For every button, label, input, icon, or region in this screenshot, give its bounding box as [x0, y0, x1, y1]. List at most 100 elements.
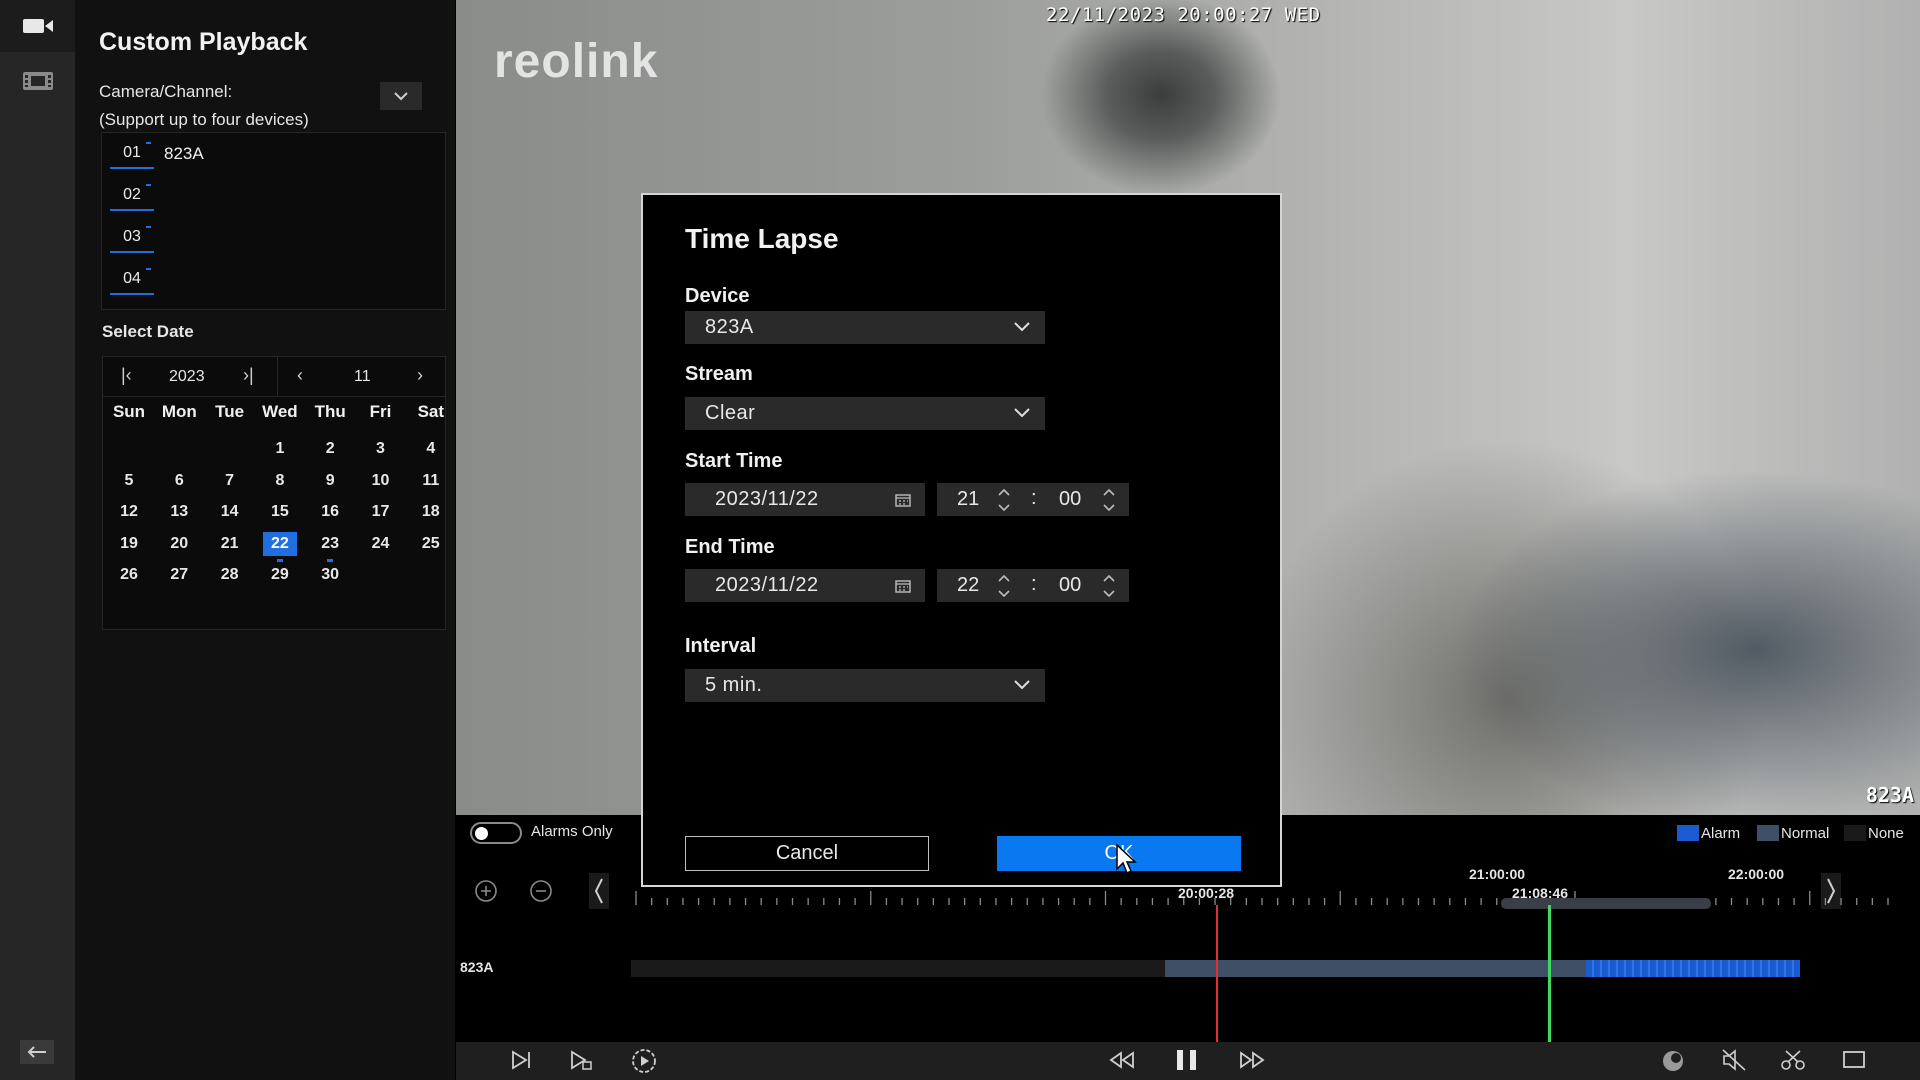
- alarms-only-toggle[interactable]: [470, 822, 522, 844]
- fast-forward-icon[interactable]: [1236, 1047, 1268, 1073]
- device-select[interactable]: 823A: [685, 311, 1045, 344]
- alarms-only-label: Alarms Only: [531, 823, 613, 840]
- calendar-day[interactable]: 6: [162, 469, 196, 493]
- calendar-day[interactable]: 12: [112, 500, 146, 524]
- camera-channel-label: Camera/Channel: (Support up to four devi…: [99, 78, 309, 134]
- chevron-down-icon: [1014, 322, 1030, 332]
- calendar-day[interactable]: 27: [162, 563, 196, 587]
- osd-camera-name: 823A: [1865, 783, 1914, 807]
- end-time-field[interactable]: 22 : 00: [937, 569, 1129, 602]
- camera-dropdown-button[interactable]: [380, 82, 422, 110]
- panel-title: Custom Playback: [99, 28, 308, 56]
- calendar-day[interactable]: 28: [213, 563, 247, 587]
- end-date-field[interactable]: 2023/11/22: [685, 569, 925, 602]
- start-hour-value[interactable]: 21: [957, 488, 979, 511]
- calendar-day[interactable]: 11: [414, 469, 448, 493]
- calendar-day[interactable]: 17: [364, 500, 398, 524]
- next-month-icon[interactable]: ›: [417, 365, 423, 386]
- live-view-button[interactable]: [0, 0, 75, 52]
- calendar-day[interactable]: 30: [313, 563, 347, 587]
- calendar-day[interactable]: 14: [213, 500, 247, 524]
- weekday-header: Tue: [215, 402, 245, 421]
- calendar-day[interactable]: 26: [112, 563, 146, 587]
- clip-playback-icon[interactable]: [568, 1047, 594, 1073]
- zoom-in-icon[interactable]: [473, 878, 499, 904]
- hour-spinner-icon[interactable]: [997, 571, 1011, 601]
- calendar-day[interactable]: 2: [313, 437, 347, 461]
- collapse-button[interactable]: [20, 1040, 54, 1064]
- calendar-day[interactable]: 22: [262, 531, 297, 562]
- end-hour-value[interactable]: 22: [957, 574, 979, 597]
- weekday-header: Thu: [314, 402, 346, 421]
- calendar-day[interactable]: 20: [162, 532, 196, 556]
- prev-year-icon[interactable]: |‹: [121, 365, 132, 386]
- stream-select[interactable]: Clear: [685, 397, 1045, 430]
- track-alarm-recording[interactable]: [1586, 960, 1800, 977]
- calendar-day[interactable]: 8: [263, 469, 297, 493]
- calendar-day[interactable]: 1: [263, 437, 297, 461]
- channel-number: 04: [110, 265, 154, 295]
- next-year-icon[interactable]: ›|: [243, 365, 254, 386]
- mouse-cursor-icon: [1116, 843, 1137, 875]
- calendar-day[interactable]: 15: [263, 500, 297, 524]
- interval-select[interactable]: 5 min.: [685, 669, 1045, 702]
- channel-row[interactable]: 02: [110, 181, 164, 211]
- cancel-button[interactable]: Cancel: [685, 836, 929, 871]
- channel-row[interactable]: 01 823A: [110, 139, 204, 169]
- calendar-day[interactable]: 4: [414, 437, 448, 461]
- weekday-header: Wed: [262, 402, 298, 421]
- calendar-day[interactable]: 24: [364, 532, 398, 556]
- calendar-day[interactable]: 10: [364, 469, 398, 493]
- hour-spinner-icon[interactable]: [997, 485, 1011, 515]
- playback-button[interactable]: [0, 55, 75, 107]
- time-lapse-icon[interactable]: [626, 1047, 662, 1075]
- calendar-day[interactable]: 3: [364, 437, 398, 461]
- rewind-icon[interactable]: [1106, 1047, 1138, 1073]
- end-time-label: End Time: [685, 536, 775, 558]
- calendar-day[interactable]: 13: [162, 500, 196, 524]
- play-to-end-icon[interactable]: [508, 1047, 534, 1073]
- calendar-day[interactable]: 23: [313, 532, 347, 562]
- hover-time-label: 21:08:46: [1512, 885, 1569, 901]
- start-time-field[interactable]: 21 : 00: [937, 483, 1129, 516]
- calendar-day[interactable]: 9: [313, 469, 347, 493]
- calendar-day[interactable]: 21: [213, 532, 247, 556]
- start-minute-value[interactable]: 00: [1059, 488, 1081, 511]
- collapse-arrow-icon: [27, 1046, 46, 1058]
- time-separator: :: [1031, 487, 1037, 509]
- minute-spinner-icon[interactable]: [1102, 571, 1116, 601]
- start-time-label: Start Time: [685, 450, 783, 472]
- calendar-day[interactable]: 29: [263, 563, 297, 587]
- pause-icon[interactable]: [1172, 1047, 1202, 1073]
- minute-spinner-icon[interactable]: [1102, 485, 1116, 515]
- playback-controls: [456, 1042, 1920, 1080]
- weekday-header: Sat: [417, 402, 445, 421]
- track-camera-label: 823A: [460, 959, 494, 975]
- zoom-out-icon[interactable]: [528, 878, 554, 904]
- channel-row[interactable]: 03: [110, 223, 164, 253]
- channel-number: 01: [110, 139, 154, 169]
- mute-icon[interactable]: [1720, 1047, 1748, 1073]
- prev-month-icon[interactable]: ‹: [297, 365, 303, 386]
- fullscreen-icon[interactable]: [1840, 1047, 1868, 1073]
- calendar-month: 11: [354, 368, 371, 385]
- calendar-day[interactable]: 18: [414, 500, 448, 524]
- current-time-label: 20:00:28: [1178, 885, 1235, 901]
- calendar-day[interactable]: 19: [112, 532, 146, 556]
- timeline-left-icon[interactable]: [589, 873, 609, 909]
- snapshot-icon[interactable]: [1656, 1047, 1690, 1075]
- channel-number: 03: [110, 223, 154, 253]
- calendar-day[interactable]: 5: [112, 469, 146, 493]
- calendar-nav-divider: [277, 357, 278, 397]
- calendar-icon[interactable]: [895, 493, 911, 507]
- channel-number: 02: [110, 181, 154, 211]
- playhead-cursor[interactable]: [1216, 905, 1218, 1042]
- calendar-icon[interactable]: [895, 579, 911, 593]
- calendar-day[interactable]: 16: [313, 500, 347, 524]
- calendar-day[interactable]: 25: [414, 532, 448, 556]
- clip-scissors-icon[interactable]: [1779, 1047, 1807, 1073]
- end-minute-value[interactable]: 00: [1059, 574, 1081, 597]
- calendar-day[interactable]: 7: [213, 469, 247, 493]
- start-date-field[interactable]: 2023/11/22: [685, 483, 925, 516]
- channel-row[interactable]: 04: [110, 265, 164, 295]
